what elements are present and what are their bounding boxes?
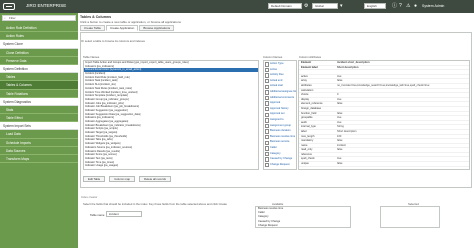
index-creator-legend: Index creator [81, 195, 98, 199]
scope-select[interactable]: Global [312, 3, 338, 9]
column-names-heading: Column Names [263, 55, 283, 59]
filter-placeholder: Filter [9, 16, 16, 20]
table-name-input[interactable]: incident [106, 211, 142, 217]
attribute-key: unique [301, 162, 309, 166]
domain-select[interactable]: Default Domain [268, 3, 302, 9]
help-icon[interactable]: ? [399, 3, 402, 9]
available-fields-list[interactable]: Business resolve time Caller Category Cause… [255, 206, 351, 228]
column-attributes-heading: Column Attributes [299, 55, 322, 59]
table-name-label: Table name [90, 213, 105, 217]
table-names-list[interactable]: Import Table Action and Groups and Roles… [83, 60, 259, 170]
sidebar-item[interactable]: Preserve Data [0, 57, 78, 65]
edit-table-button[interactable]: Edit Table [83, 176, 106, 182]
sidebar-item[interactable]: Action Rules [0, 32, 78, 41]
tab-browse-applications[interactable]: Browse Applications [139, 25, 175, 31]
sidebar-item[interactable]: Stats [0, 106, 78, 115]
sidebar: ⌕ Filter Action Rule Definition Action Ru… [0, 13, 78, 248]
delete-all-records-button[interactable]: Delete all records [139, 176, 171, 182]
index-creator-hint: Select the fields that should be include… [83, 202, 227, 206]
sidebar-item[interactable]: Tables & Columns [0, 81, 78, 90]
sidebar-item[interactable]: Schedule Imports [0, 139, 78, 147]
sidebar-item[interactable]: Action Rule Definition [0, 24, 78, 33]
sidebar-item[interactable]: Tables [0, 73, 78, 82]
page-title: Tables & Columns [80, 15, 112, 19]
alert-icon[interactable]: ⚠ [406, 3, 410, 9]
sidebar-category: System Diagnostics [0, 97, 78, 106]
filter-icon: ⌕ [4, 16, 6, 20]
column-name-item[interactable]: Change Request [264, 162, 296, 168]
selected-fields-list[interactable] [380, 206, 440, 228]
info-icon[interactable]: ⓘ [392, 3, 397, 9]
dropdown-icon[interactable]: ▾ [340, 3, 343, 9]
user-name[interactable]: System Admin [422, 4, 444, 8]
table-name-item[interactable]: Indicator Usage [pa_usages] [84, 164, 258, 168]
language-select[interactable]: English [364, 3, 386, 9]
column-map-button[interactable]: Column map [109, 176, 136, 182]
sidebar-item[interactable]: Load Data [0, 130, 78, 139]
main-panel: Tables & Columns Click a button to creat… [78, 13, 474, 248]
sidebar-item[interactable]: Clone Definition [0, 49, 78, 57]
page-description: Click a button to create a new table or … [80, 20, 181, 24]
sidebar-nav-list: Action Rule Definition Action Rules System… [0, 24, 78, 164]
sidebar-item[interactable]: Transform Maps [0, 155, 78, 164]
sidebar-item[interactable]: Table Effect [0, 114, 78, 123]
column-names-list[interactable]: Action Type Active Activity Due Actual end A… [263, 60, 297, 170]
tab-create-table[interactable]: Create Table [80, 25, 105, 31]
table-names-heading: Table Names [83, 55, 100, 59]
table-action-buttons: Edit Table Column map Delete all records [83, 176, 171, 182]
gear-icon[interactable]: ⚙ [304, 3, 308, 9]
app-title: JIRO ENTERPRISE [26, 3, 67, 8]
column-attributes-list: Element incident.short_description Element… [298, 60, 470, 170]
user-icon[interactable]: ● [414, 3, 417, 9]
logo-icon[interactable] [3, 3, 15, 10]
tab-bar: Create Table Create Application Browse App… [80, 25, 175, 31]
sidebar-category: System Definition [0, 64, 78, 74]
tab-create-application[interactable]: Create Application [105, 25, 139, 31]
sidebar-filter-input[interactable]: ⌕ Filter [2, 15, 76, 21]
sidebar-category: System Import Sets [0, 122, 78, 131]
sidebar-item[interactable]: Table Rotations [0, 90, 78, 98]
browse-hint: Or select a table to browse its columns … [81, 39, 145, 43]
available-field-item[interactable]: Change Request [256, 224, 350, 227]
app-header: JIRO ENTERPRISE Default Domain ⚙ Global … [0, 0, 474, 13]
sidebar-category: System Clone [0, 40, 78, 49]
attribute-row: unique false [299, 162, 469, 167]
sidebar-item[interactable]: Data Sources [0, 147, 78, 155]
attribute-value: false [337, 162, 343, 166]
